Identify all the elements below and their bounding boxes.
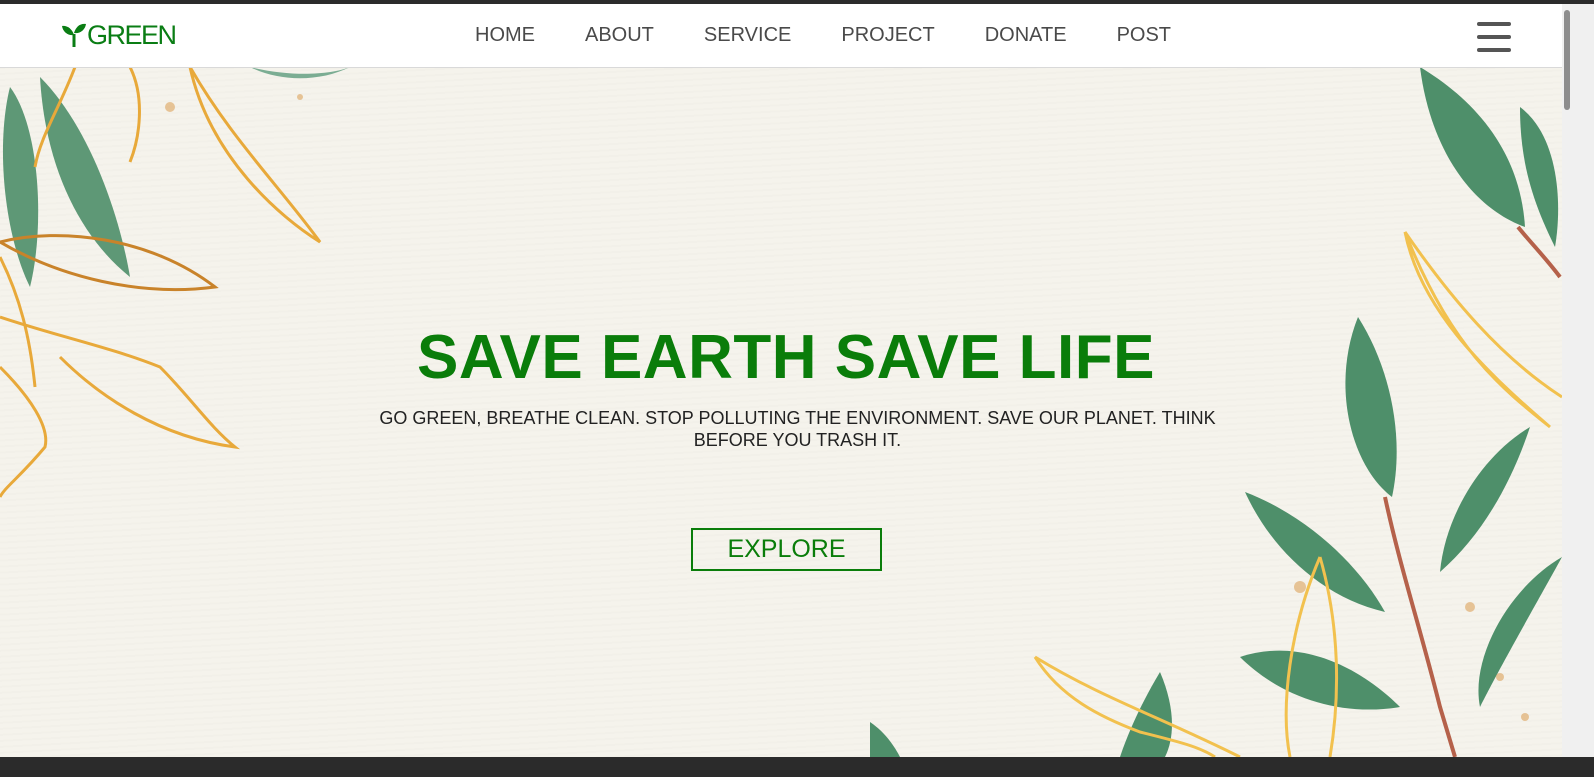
nav-about[interactable]: ABOUT — [585, 24, 654, 47]
window-bottom-edge — [0, 757, 1594, 777]
hero-subtitle: GO GREEN, BREATHE CLEAN. STOP POLLUTING … — [379, 408, 1216, 450]
hero-section: SAVE EARTH SAVE LIFE GO GREEN, BREATHE C… — [0, 67, 1562, 757]
site-logo[interactable]: GREEN — [62, 19, 177, 50]
hero-title: SAVE EARTH SAVE LIFE — [416, 323, 1155, 392]
browser-viewport: GREEN HOME ABOUT SERVICE PROJECT DONATE … — [0, 4, 1562, 757]
nav-donate[interactable]: DONATE — [985, 24, 1067, 47]
main-nav: HOME ABOUT SERVICE PROJECT DONATE POST — [475, 24, 1171, 47]
sprout-icon — [62, 23, 86, 47]
nav-project[interactable]: PROJECT — [841, 24, 934, 47]
vertical-scrollbar[interactable] — [1562, 4, 1594, 757]
hamburger-line — [1477, 35, 1511, 39]
explore-button[interactable]: EXPLORE — [691, 528, 882, 571]
site-header: GREEN HOME ABOUT SERVICE PROJECT DONATE … — [0, 4, 1562, 68]
nav-post[interactable]: POST — [1117, 24, 1171, 47]
hamburger-line — [1477, 48, 1511, 52]
hamburger-menu-icon[interactable] — [1477, 22, 1511, 52]
logo-text: GREEN — [87, 19, 177, 50]
nav-home[interactable]: HOME — [475, 24, 535, 47]
nav-service[interactable]: SERVICE — [704, 24, 791, 47]
hamburger-line — [1477, 22, 1511, 26]
scrollbar-thumb[interactable] — [1564, 10, 1570, 110]
